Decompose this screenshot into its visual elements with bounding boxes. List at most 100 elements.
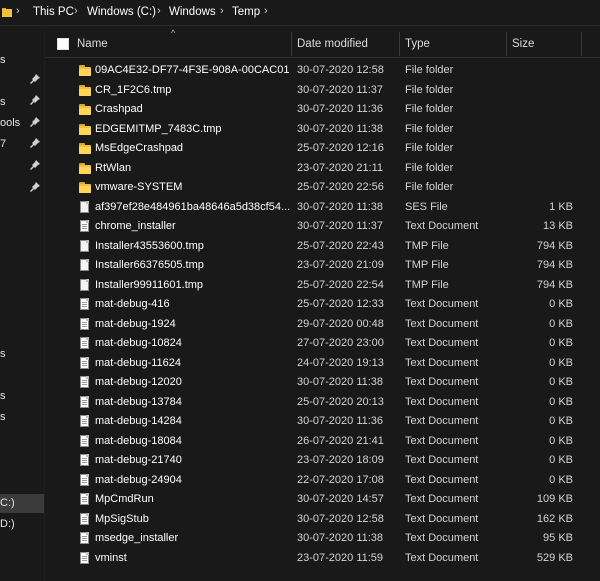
column-divider[interactable] [506,32,507,56]
address-bar[interactable]: › This PC › Windows (C:) › Windows › Tem… [0,0,600,26]
file-name: chrome_installer [95,220,176,232]
file-size: 794 KB [536,259,573,271]
file-size: 0 KB [549,454,573,466]
file-row[interactable]: af397ef28e484961ba48646a5d38cf54... 30-07… [45,198,600,218]
folder-icon [79,123,91,136]
nav-item[interactable]: s [0,390,6,402]
navigation-pane[interactable]: s s ools 7 s s s C:) D:) [0,27,45,581]
nav-item[interactable]: s [0,348,6,360]
chevron-right-icon[interactable]: › [16,5,20,17]
nav-item[interactable]: s [0,96,6,108]
breadcrumb-temp[interactable]: Temp [232,6,260,18]
file-row[interactable]: mat-debug-18084 26-07-2020 21:41 Text Docu… [45,432,600,452]
folder-icon [79,103,91,116]
chevron-right-icon[interactable]: › [264,5,268,17]
file-row[interactable]: mat-debug-11624 24-07-2020 19:13 Text Docu… [45,354,600,374]
file-row[interactable]: mat-debug-13784 25-07-2020 20:13 Text Docu… [45,393,600,413]
file-type: File folder [405,161,454,174]
file-type: File folder [405,122,454,135]
text-file-icon [79,551,91,565]
pin-icon [30,74,40,84]
file-date-modified: 30-07-2020 11:36 [297,103,384,115]
folder-icon [2,8,12,17]
breadcrumb-drive-c[interactable]: Windows (C:) [87,6,156,18]
file-type: File folder [405,83,454,96]
file-name: mat-debug-10824 [95,337,182,349]
nav-item[interactable]: s [0,411,6,423]
file-date-modified: 30-07-2020 11:36 [297,415,384,427]
file-name: mat-debug-13784 [95,395,182,408]
text-file-icon [79,434,91,448]
breadcrumb-this-pc[interactable]: This PC [33,6,74,18]
file-row[interactable]: MpCmdRun 30-07-2020 14:57 Text Document 109… [45,490,600,510]
file-date-modified: 30-07-2020 12:58 [297,64,384,76]
file-row[interactable]: 09AC4E32-DF77-4F3E-908A-00CAC01... 30-07-… [45,61,600,81]
file-row[interactable]: Crashpad 30-07-2020 11:36 File folder [45,100,600,120]
file-row[interactable]: CR_1F2C6.tmp 30-07-2020 11:37 File folder [45,81,600,101]
column-date-modified[interactable]: Date modified [297,38,368,50]
file-size: 13 KB [543,220,573,232]
file-date-modified: 23-07-2020 21:11 [297,161,384,174]
nav-item[interactable]: s [0,54,6,66]
file-date-modified: 29-07-2020 00:48 [297,317,384,330]
file-row[interactable]: Installer66376505.tmp 23-07-2020 21:09 TMP… [45,256,600,276]
file-name: mat-debug-416 [95,298,170,310]
nav-item[interactable]: 7 [0,138,6,150]
file-row[interactable]: vminst 23-07-2020 11:59 Text Document 529 K… [45,549,600,569]
file-size: 0 KB [549,337,573,349]
nav-item-drive-d[interactable]: D:) [0,518,15,530]
column-divider[interactable] [399,32,400,56]
chevron-right-icon[interactable]: › [220,5,224,17]
text-file-icon [79,337,91,350]
column-size[interactable]: Size [512,38,534,50]
nav-item-drive-c[interactable]: C:) [0,497,15,509]
file-name: mat-debug-21740 [95,454,182,466]
text-file-icon [79,512,91,526]
file-size: 794 KB [536,239,573,252]
file-size: 0 KB [549,434,573,447]
file-name: EDGEMITMP_7483C.tmp [95,122,222,135]
chevron-right-icon[interactable]: › [74,5,78,17]
file-row[interactable]: mat-debug-10824 27-07-2020 23:00 Text Docu… [45,334,600,354]
column-name[interactable]: Name [77,38,108,50]
file-size: 0 KB [549,356,573,369]
file-row[interactable]: RtWlan 23-07-2020 21:11 File folder [45,159,600,179]
chevron-right-icon[interactable]: › [157,5,161,17]
file-row[interactable]: mat-debug-24904 22-07-2020 17:08 Text Docu… [45,471,600,491]
file-row[interactable]: mat-debug-21740 23-07-2020 18:09 Text Docu… [45,451,600,471]
file-row[interactable]: mat-debug-1924 29-07-2020 00:48 Text Docum… [45,315,600,335]
file-date-modified: 24-07-2020 19:13 [297,356,384,369]
breadcrumb-windows[interactable]: Windows [169,6,216,18]
select-all-checkbox[interactable] [57,38,69,50]
file-name: Installer99911601.tmp [95,278,204,291]
file-date-modified: 25-07-2020 22:43 [297,239,384,252]
file-name: Installer66376505.tmp [95,259,204,271]
file-row[interactable]: MpSigStub 30-07-2020 12:58 Text Document 16… [45,510,600,530]
pin-icon [30,95,40,105]
file-date-modified: 30-07-2020 11:37 [297,83,384,96]
file-row[interactable]: vmware-SYSTEM 25-07-2020 22:56 File folder [45,178,600,198]
nav-item[interactable]: ools [0,117,20,129]
file-type: File folder [405,142,454,154]
folder-icon [79,64,91,77]
file-row[interactable]: Installer99911601.tmp 25-07-2020 22:54 TMP… [45,276,600,296]
file-date-modified: 30-07-2020 14:57 [297,493,384,505]
file-row[interactable]: mat-debug-416 25-07-2020 12:33 Text Docume… [45,295,600,315]
file-date-modified: 26-07-2020 21:41 [297,434,384,447]
column-divider[interactable] [291,32,292,56]
file-row[interactable]: msedge_installer 30-07-2020 11:38 Text Doc… [45,529,600,549]
file-row[interactable]: Installer43553600.tmp 25-07-2020 22:43 TMP… [45,237,600,257]
column-type[interactable]: Type [405,38,430,50]
file-date-modified: 30-07-2020 11:38 [297,376,384,388]
file-row[interactable]: mat-debug-12020 30-07-2020 11:38 Text Docu… [45,373,600,393]
file-name: mat-debug-24904 [95,473,182,486]
file-name: mat-debug-11624 [95,356,182,369]
file-row[interactable]: mat-debug-14284 30-07-2020 11:36 Text Docu… [45,412,600,432]
file-name: mat-debug-18084 [95,434,182,447]
column-divider[interactable] [581,32,582,56]
file-size: 162 KB [536,512,573,525]
file-row[interactable]: MsEdgeCrashpad 25-07-2020 12:16 File folde… [45,139,600,159]
file-row[interactable]: chrome_installer 30-07-2020 11:37 Text Doc… [45,217,600,237]
file-date-modified: 25-07-2020 22:56 [297,181,384,193]
file-row[interactable]: EDGEMITMP_7483C.tmp 30-07-2020 11:38 File … [45,120,600,140]
